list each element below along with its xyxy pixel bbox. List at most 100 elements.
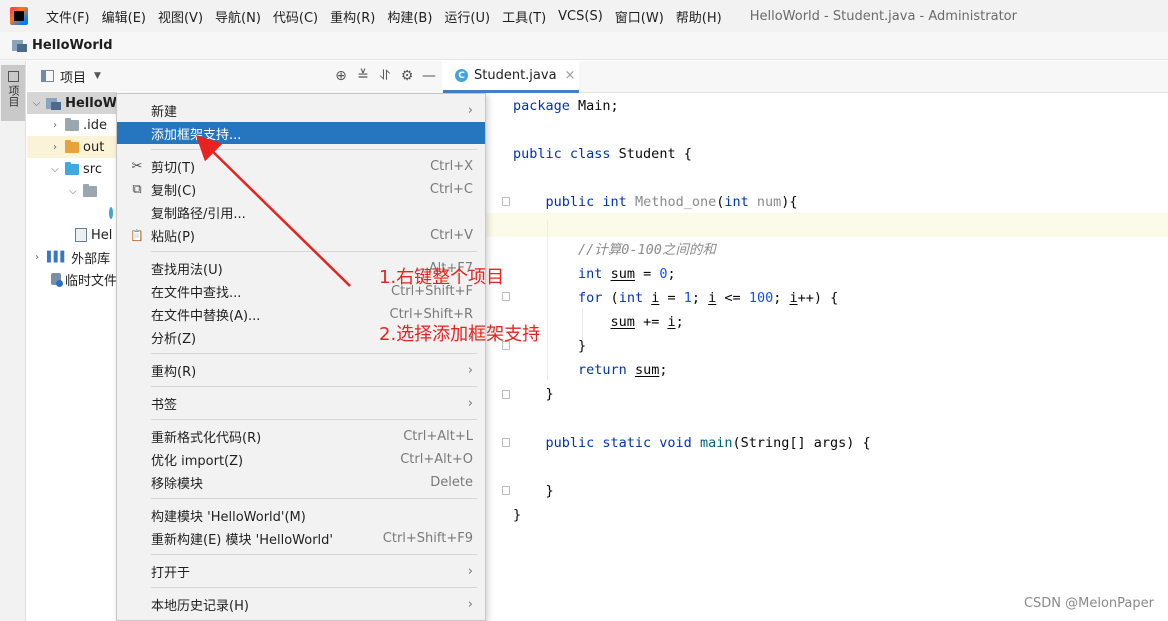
chevron-down-icon[interactable]: ⌵ [31,98,42,109]
menu-item-copy-path[interactable]: 复制路径/引用... [117,201,485,223]
collapse-all-icon[interactable]: ⥯ [374,68,396,84]
project-tool-tab-label: 项目 [7,85,20,107]
tree-item-helloworld[interactable]: ⌵ HelloW [27,92,117,114]
menu-item-bookmarks[interactable]: 书签 › [117,392,485,414]
menu-item-build-module[interactable]: 构建模块 'HelloWorld'(M) [117,504,485,526]
menu-separator [151,149,477,150]
package-icon [83,183,97,197]
menu-file[interactable]: 文件(F) [40,7,96,26]
code-line: return sum; [578,362,668,378]
tree-item-label: HelloW [65,95,117,111]
fold-icon[interactable] [502,292,510,301]
menu-item-new[interactable]: 新建 › [117,99,485,121]
menu-separator [151,353,477,354]
code-line: for (int i = 1; i <= 100; i++) { [578,290,839,306]
code-editor[interactable] [512,93,1168,621]
menu-help[interactable]: 帮助(H) [670,7,728,26]
menu-item-label: 复制(C) [151,183,197,199]
menu-item-optimize-imports[interactable]: 优化 import(Z) Ctrl+Alt+O [117,448,485,470]
tree-item-iml[interactable]: Hel [27,224,117,246]
class-icon: C [455,69,468,82]
tab-student-java[interactable]: C Student.java × [443,61,579,93]
menu-navigate[interactable]: 导航(N) [209,7,267,26]
code-line: //计算0-100之间的和 [578,242,716,258]
gear-icon[interactable]: ⚙ [396,68,418,84]
tree-item-label: Hel [91,227,113,243]
chevron-right-icon: › [467,362,473,378]
chevron-down-icon[interactable]: ⌵ [67,186,79,197]
expand-all-icon[interactable]: ≚ [352,68,374,84]
menu-item-copy[interactable]: ⧉ 复制(C) Ctrl+C [117,178,485,200]
menu-item-label: 添加框架支持... [151,127,242,143]
menu-build[interactable]: 构建(B) [381,7,438,26]
locate-file-icon[interactable]: ⊕ [330,68,352,84]
excluded-folder-icon [65,139,79,153]
intellij-logo-icon [10,7,28,25]
menu-item-label: 粘贴(P) [151,229,195,245]
code-line: public static void main(String[] args) { [545,435,871,451]
class-icon [109,207,113,219]
left-tool-strip: 项目 [0,61,26,621]
menu-item-refactor[interactable]: 重构(R) › [117,359,485,381]
menu-item-add-framework-support[interactable]: 添加框架支持... [117,122,485,144]
project-tool-tab[interactable]: 项目 [1,65,25,121]
tree-item-label: src [83,161,102,177]
menu-item-label: 复制路径/引用... [151,206,246,222]
menu-separator [151,251,477,252]
watermark: CSDN @MelonPaper [1023,596,1154,611]
menu-vcs[interactable]: VCS(S) [552,9,609,24]
menu-item-cut[interactable]: ✂ 剪切(T) Ctrl+X [117,155,485,177]
menu-window[interactable]: 窗口(W) [609,7,670,26]
tree-item-class[interactable] [27,202,117,224]
close-icon[interactable]: × [565,68,576,83]
fold-icon[interactable] [502,486,510,495]
menu-refactor[interactable]: 重构(R) [324,7,381,26]
menu-edit[interactable]: 编辑(E) [96,7,152,26]
menu-item-open-in[interactable]: 打开于 › [117,560,485,582]
tree-item-scratches[interactable]: 临时文件 [27,268,117,290]
menu-tools[interactable]: 工具(T) [496,7,552,26]
annotation-step-2: 2.选择添加框架支持 [379,324,541,345]
tree-item-package[interactable]: ⌵ [27,180,117,202]
navigation-bar: HelloWorld [0,32,1168,60]
menu-item-reformat-code[interactable]: 重新格式化代码(R) Ctrl+Alt+L [117,425,485,447]
fold-icon[interactable] [502,438,510,447]
chevron-right-icon[interactable]: › [49,142,61,153]
menu-item-shortcut: Ctrl+X [430,158,473,174]
code-line: } [513,483,554,499]
module-icon [46,97,62,110]
breadcrumb-project[interactable]: HelloWorld [32,38,113,53]
tree-item-idea[interactable]: › .ide [27,114,117,136]
fold-icon[interactable] [502,197,510,206]
project-panel-title[interactable]: 项目 [60,67,86,86]
menu-view[interactable]: 视图(V) [152,7,209,26]
menu-item-label: 分析(Z) [151,331,197,347]
tree-item-src[interactable]: ⌵ src [27,158,117,180]
project-panel-icon [7,71,19,82]
tree-item-external-libraries[interactable]: › ▌▌▌ 外部库 [27,246,117,268]
menu-item-remove-module[interactable]: 移除模块 Delete [117,471,485,493]
fold-icon[interactable] [502,390,510,399]
chevron-down-icon[interactable]: ▼ [94,71,101,81]
tree-item-label: 临时文件 [64,273,117,289]
menu-item-label: 优化 import(Z) [151,453,244,469]
chevron-right-icon[interactable]: › [31,252,43,263]
menu-item-rebuild-module[interactable]: 重新构建(E) 模块 'HelloWorld' Ctrl+Shift+F9 [117,527,485,549]
chevron-down-icon[interactable]: ⌵ [49,164,61,175]
hide-panel-icon[interactable]: — [418,68,440,84]
copy-icon: ⧉ [132,181,142,197]
menu-item-label: 构建模块 'HelloWorld'(M) [151,509,306,525]
chevron-right-icon: › [467,596,473,612]
menu-run[interactable]: 运行(U) [438,7,496,26]
tree-item-out[interactable]: › out [27,136,117,158]
menu-code[interactable]: 代码(C) [267,7,324,26]
menu-item-label: 在文件中替换(A)... [151,308,261,324]
chevron-right-icon: › [467,102,473,118]
menu-bar: 文件(F) 编辑(E) 视图(V) 导航(N) 代码(C) 重构(R) 构建(B… [0,0,1168,32]
menu-item-paste[interactable]: 📋 粘贴(P) Ctrl+V [117,224,485,246]
menu-item-label: 打开于 [151,565,191,581]
tree-item-label: 外部库 [71,251,111,267]
menu-item-label: 在文件中查找... [151,285,242,301]
menu-item-local-history[interactable]: 本地历史记录(H) › [117,593,485,615]
chevron-right-icon[interactable]: › [49,120,61,131]
